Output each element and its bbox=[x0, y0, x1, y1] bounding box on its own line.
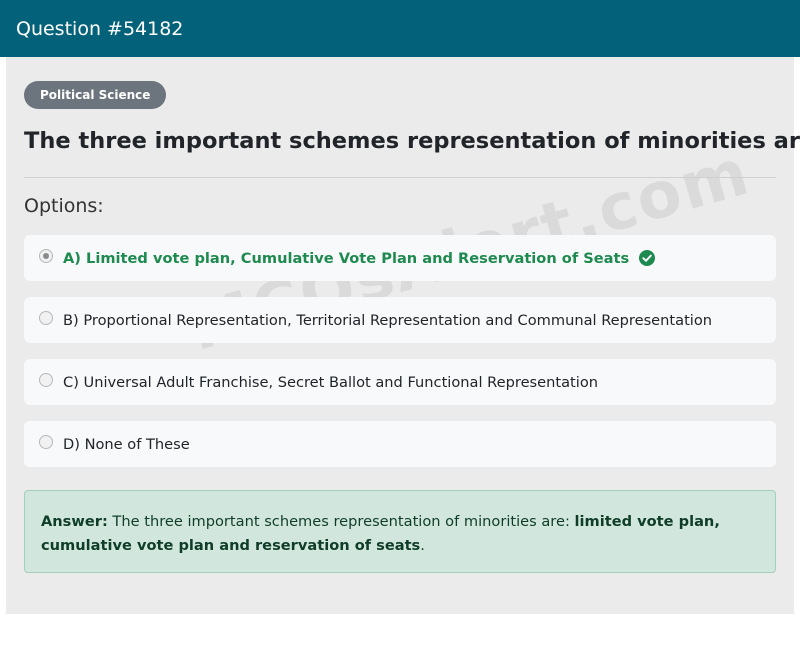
question-card: MCQsAlert.com Political Science The thre… bbox=[6, 57, 800, 614]
option-d[interactable]: D) None of These bbox=[24, 421, 776, 467]
divider bbox=[24, 177, 776, 178]
category-badge[interactable]: Political Science bbox=[24, 81, 167, 109]
option-d-label: D) None of These bbox=[63, 435, 190, 453]
radio-button[interactable] bbox=[39, 373, 53, 387]
radio-button[interactable] bbox=[39, 435, 53, 449]
check-circle-icon bbox=[639, 250, 656, 266]
option-b[interactable]: B) Proportional Representation, Territor… bbox=[24, 297, 776, 343]
answer-box: Answer: The three important schemes repr… bbox=[24, 490, 776, 573]
options-heading: Options: bbox=[24, 195, 104, 217]
option-a-label: A) Limited vote plan, Cumulative Vote Pl… bbox=[63, 249, 630, 267]
radio-button-selected[interactable] bbox=[39, 249, 53, 263]
page-header: Question #54182 bbox=[0, 0, 800, 57]
radio-button[interactable] bbox=[39, 311, 53, 325]
option-a[interactable]: A) Limited vote plan, Cumulative Vote Pl… bbox=[24, 235, 776, 281]
answer-end: . bbox=[420, 537, 425, 554]
option-b-label: B) Proportional Representation, Territor… bbox=[63, 311, 713, 329]
option-c-label: C) Universal Adult Franchise, Secret Bal… bbox=[63, 373, 599, 391]
question-number-title: Question #54182 bbox=[16, 17, 184, 40]
answer-text: The three important schemes representati… bbox=[107, 513, 575, 530]
question-text: The three important schemes representati… bbox=[24, 128, 800, 154]
answer-label: Answer: bbox=[41, 513, 108, 530]
option-c[interactable]: C) Universal Adult Franchise, Secret Bal… bbox=[24, 359, 776, 405]
